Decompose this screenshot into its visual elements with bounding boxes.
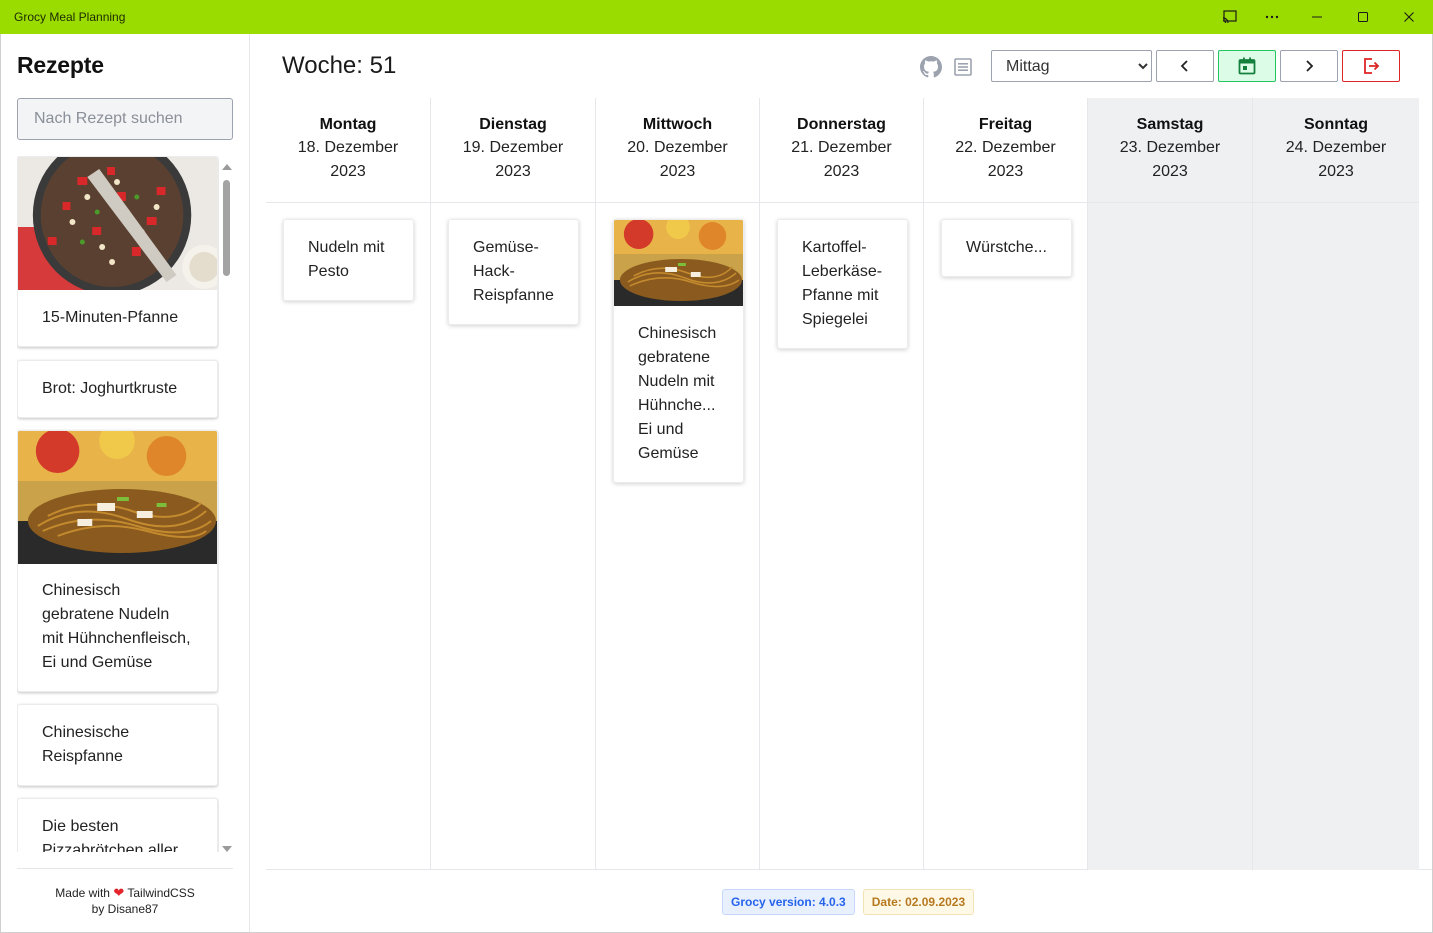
day-date: 22. Dezember [955, 139, 1056, 156]
recipe-search-input[interactable] [17, 98, 233, 140]
date-badge: Date: 02.09.2023 [862, 889, 975, 915]
github-icon[interactable] [920, 56, 942, 78]
recipe-name: Brot: Joghurtkruste [42, 380, 178, 397]
meal-name: Nudeln mit Pesto [308, 239, 385, 280]
day-header: Dienstag 19. Dezember 2023 [431, 98, 595, 203]
recipe-sidebar: Rezepte Nach Rezept suchen 15-Minuten-Pf… [1, 34, 250, 932]
logout-button[interactable] [1342, 50, 1400, 82]
recipe-name: Chinesisch gebratene Nudeln mit Hühnchen… [42, 582, 191, 671]
app-title: Grocy Meal Planning [14, 10, 126, 24]
day-column-tuesday[interactable]: Dienstag 19. Dezember 2023 Gemüse- Hack- R… [431, 98, 596, 870]
recipe-card[interactable]: Die besten Pizzabrötchen aller [17, 798, 218, 852]
day-header: Sonntag 24. Dezember 2023 [1253, 98, 1419, 203]
recipe-list[interactable]: 15-Minuten-Pfanne Brot: Joghurtkruste Ch… [17, 156, 219, 852]
day-year: 2023 [330, 163, 366, 180]
meal-card[interactable]: Kartoffel- Leberkäse- Pfanne mit Spiegelei [777, 219, 908, 349]
recipe-card[interactable]: 15-Minuten-Pfanne [17, 156, 218, 347]
cast-icon[interactable] [1207, 0, 1253, 34]
chevron-left-icon [1180, 60, 1188, 72]
day-name: Dienstag [479, 116, 547, 133]
day-column-saturday[interactable]: Samstag 23. Dezember 2023 [1088, 98, 1253, 870]
day-header: Mittwoch 20. Dezember 2023 [596, 98, 759, 203]
scroll-thumb[interactable] [223, 180, 230, 276]
heart-icon: ❤ [113, 885, 125, 900]
day-name: Sonntag [1304, 116, 1368, 133]
logout-icon [1364, 58, 1380, 74]
day-date: 23. Dezember [1119, 139, 1221, 156]
title-bar: Grocy Meal Planning [0, 0, 1433, 34]
meal-image-fried-noodles [614, 220, 743, 306]
minimize-icon[interactable] [1294, 0, 1340, 34]
day-date: 19. Dezember [462, 139, 564, 156]
week-grid: Montag 18. Dezember 2023 Nudeln mit Pesto… [266, 98, 1432, 870]
meal-name: Würstche... [966, 239, 1047, 256]
next-week-button[interactable] [1280, 50, 1338, 82]
meal-card[interactable]: Würstche... [941, 219, 1072, 277]
day-name: Mittwoch [642, 116, 713, 133]
day-header: Samstag 23. Dezember 2023 [1088, 98, 1252, 203]
calendar-icon [1238, 57, 1256, 75]
day-column-sunday[interactable]: Sonntag 24. Dezember 2023 [1253, 98, 1419, 870]
day-header: Montag 18. Dezember 2023 [266, 98, 430, 203]
day-date: 18. Dezember [297, 139, 399, 156]
day-name: Freitag [978, 116, 1033, 133]
meal-name: Chinesisch gebratene Nudeln mit Hühnche...… [638, 325, 717, 462]
meal-card[interactable]: Chinesisch gebratene Nudeln mit Hühnche...… [613, 219, 744, 483]
previous-week-button[interactable] [1156, 50, 1214, 82]
version-badge: Grocy version: 4.0.3 [722, 889, 855, 915]
day-year: 2023 [1318, 163, 1354, 180]
list-view-icon[interactable] [952, 56, 974, 78]
meal-name: Kartoffel- Leberkäse- Pfanne mit Spiegelei [802, 239, 883, 328]
day-year: 2023 [659, 163, 696, 180]
made-with-text: Made with [55, 886, 110, 900]
recipe-list-scrollbar[interactable] [220, 160, 232, 854]
day-column-thursday[interactable]: Donnerstag 21. Dezember 2023 Kartoffel- L… [760, 98, 924, 870]
day-column-monday[interactable]: Montag 18. Dezember 2023 Nudeln mit Pesto [266, 98, 431, 870]
day-header: Freitag 22. Dezember 2023 [924, 98, 1087, 203]
day-column-friday[interactable]: Freitag 22. Dezember 2023 Würstche... [924, 98, 1088, 870]
sidebar-footer: Made with ❤ TailwindCSS by Disane87 [17, 868, 233, 917]
day-year: 2023 [495, 163, 531, 180]
author-text: by Disane87 [91, 902, 159, 916]
day-name: Montag [319, 116, 377, 133]
recipe-image-pan-dish [18, 157, 217, 290]
day-year: 2023 [987, 163, 1024, 180]
recipe-name: Die besten Pizzabrötchen aller [42, 818, 179, 852]
close-icon[interactable] [1386, 0, 1432, 34]
day-date: 20. Dezember [627, 139, 728, 156]
day-header: Donnerstag 21. Dezember 2023 [760, 98, 923, 203]
tech-text: TailwindCSS [127, 886, 195, 900]
meal-plan-main: Woche: 51 Mittag Montag 18. Dezember 202… [250, 34, 1432, 932]
week-title: Woche: 51 [282, 52, 397, 79]
day-date: 24. Dezember [1285, 139, 1387, 156]
day-year: 2023 [823, 163, 860, 180]
maximize-icon[interactable] [1340, 0, 1386, 34]
meal-type-select[interactable]: Mittag [991, 50, 1152, 82]
scroll-down-arrow-icon[interactable] [222, 846, 232, 852]
recipe-card[interactable]: Chinesische Reispfanne [17, 704, 218, 786]
recipe-image-fried-noodles [18, 431, 217, 564]
meal-card[interactable]: Gemüse- Hack- Reispfanne [448, 219, 579, 325]
meal-name: Gemüse- Hack- Reispfanne [473, 239, 554, 304]
day-date: 21. Dezember [791, 139, 892, 156]
more-options-icon[interactable] [1249, 0, 1295, 34]
day-year: 2023 [1152, 163, 1188, 180]
recipe-name: Chinesische Reispfanne [42, 724, 130, 765]
recipe-name: 15-Minuten-Pfanne [42, 309, 179, 326]
meal-card[interactable]: Nudeln mit Pesto [283, 219, 414, 301]
day-name: Donnerstag [797, 116, 886, 133]
chevron-right-icon [1306, 60, 1314, 72]
footer-badges: Grocy version: 4.0.3 Date: 02.09.2023 [722, 889, 975, 915]
day-name: Samstag [1136, 116, 1204, 133]
recipe-card[interactable]: Chinesisch gebratene Nudeln mit Hühnchen… [17, 430, 218, 692]
scroll-up-arrow-icon[interactable] [222, 164, 232, 170]
today-button[interactable] [1218, 50, 1276, 82]
sidebar-title: Rezepte [17, 52, 104, 78]
day-column-wednesday[interactable]: Mittwoch 20. Dezember 2023 Chinesisch ge… [596, 98, 760, 870]
recipe-card[interactable]: Brot: Joghurtkruste [17, 360, 218, 418]
